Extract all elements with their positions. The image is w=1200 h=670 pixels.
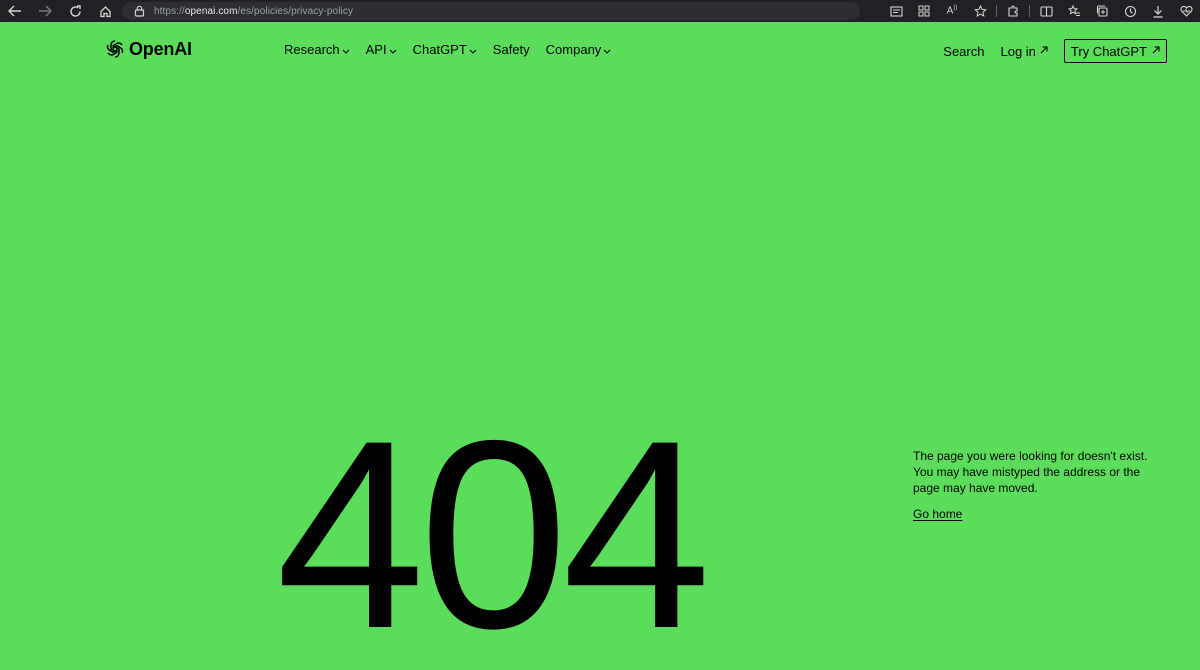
home-icon bbox=[99, 5, 111, 17]
read-aloud-icon: A)) bbox=[946, 5, 958, 17]
chevron-down-icon bbox=[469, 46, 477, 56]
url-path: /es/policies/privacy-policy bbox=[237, 5, 354, 17]
lock-icon[interactable] bbox=[132, 4, 146, 18]
go-home-link[interactable]: Go home bbox=[913, 507, 962, 521]
favorites-button[interactable] bbox=[1060, 0, 1088, 22]
nav-item-label: Company bbox=[545, 42, 602, 57]
favorite-button[interactable] bbox=[966, 0, 994, 22]
address-bar[interactable]: https://openai.com/es/policies/privacy-p… bbox=[122, 2, 860, 20]
heart-pulse-icon bbox=[1179, 5, 1193, 17]
error-code: 404 bbox=[276, 384, 711, 670]
reader-icon bbox=[889, 5, 903, 17]
arrow-up-right-icon bbox=[1152, 45, 1160, 57]
grid-icon bbox=[918, 5, 930, 17]
arrow-up-right-icon bbox=[1040, 45, 1048, 57]
star-icon bbox=[973, 4, 987, 17]
arrow-left-icon bbox=[8, 5, 21, 17]
search-button[interactable]: Search bbox=[943, 44, 984, 59]
try-chatgpt-label: Try ChatGPT bbox=[1070, 43, 1147, 59]
openai-logo-link[interactable]: OpenAI bbox=[104, 38, 192, 60]
apps-button[interactable] bbox=[910, 0, 938, 22]
chevron-down-icon bbox=[389, 46, 397, 56]
downloads-button[interactable] bbox=[1144, 0, 1172, 22]
toolbar-separator bbox=[996, 5, 997, 17]
refresh-icon bbox=[69, 4, 81, 17]
header-actions: Search Log in Try ChatGPT bbox=[943, 39, 1167, 63]
url-scheme: https:// bbox=[154, 5, 185, 17]
arrow-right-icon bbox=[39, 5, 52, 17]
download-icon bbox=[1153, 5, 1163, 18]
split-screen-icon bbox=[1039, 5, 1053, 17]
error-message: The page you were looking for doesn't ex… bbox=[913, 448, 1163, 496]
url-text: https://openai.com/es/policies/privacy-p… bbox=[154, 6, 353, 17]
browser-toolbar: https://openai.com/es/policies/privacy-p… bbox=[0, 0, 1200, 22]
nav-item-label: ChatGPT bbox=[412, 42, 467, 57]
site-header: OpenAI Research API ChatGPT Safety Compa… bbox=[0, 22, 1200, 78]
nav-item-label: API bbox=[365, 42, 387, 57]
browser-essentials-button[interactable] bbox=[1172, 0, 1200, 22]
url-host: openai.com bbox=[184, 5, 238, 17]
toolbar-separator bbox=[1029, 5, 1030, 17]
chevron-down-icon bbox=[342, 46, 350, 56]
collections-icon bbox=[1096, 5, 1108, 17]
main-nav: Research API ChatGPT Safety Company bbox=[284, 42, 627, 57]
try-chatgpt-button[interactable]: Try ChatGPT bbox=[1063, 39, 1167, 63]
collections-button[interactable] bbox=[1088, 0, 1116, 22]
chevron-down-icon bbox=[603, 46, 611, 56]
history-icon bbox=[1124, 5, 1136, 17]
split-screen-button[interactable] bbox=[1032, 0, 1060, 22]
home-button[interactable] bbox=[90, 0, 120, 22]
back-button[interactable] bbox=[0, 0, 30, 22]
extensions-button[interactable] bbox=[999, 0, 1027, 22]
puzzle-icon bbox=[1008, 5, 1018, 17]
login-link[interactable]: Log in bbox=[1000, 43, 1048, 59]
refresh-button[interactable] bbox=[60, 0, 90, 22]
forward-button[interactable] bbox=[30, 0, 60, 22]
nav-item-company[interactable]: Company bbox=[546, 42, 612, 57]
login-label: Log in bbox=[1000, 43, 1036, 59]
error-message-line2: You may have mistyped the address or the… bbox=[913, 465, 1141, 495]
nav-item-chatgpt[interactable]: ChatGPT bbox=[413, 42, 477, 57]
favorites-list-icon bbox=[1067, 5, 1080, 16]
nav-item-label: Safety bbox=[492, 42, 530, 57]
history-button[interactable] bbox=[1116, 0, 1144, 22]
error-message-line1: The page you were looking for doesn't ex… bbox=[913, 449, 1148, 463]
nav-item-safety[interactable]: Safety bbox=[493, 42, 530, 57]
openai-logo-icon bbox=[106, 40, 124, 58]
logo-wordmark: OpenAI bbox=[129, 38, 192, 59]
read-aloud-button[interactable]: A)) bbox=[938, 0, 966, 22]
nav-item-api[interactable]: API bbox=[366, 42, 397, 57]
nav-item-label: Research bbox=[284, 42, 340, 57]
browser-extensions: A)) bbox=[882, 0, 1200, 22]
reader-mode-button[interactable] bbox=[882, 0, 910, 22]
nav-item-research[interactable]: Research bbox=[284, 42, 350, 57]
